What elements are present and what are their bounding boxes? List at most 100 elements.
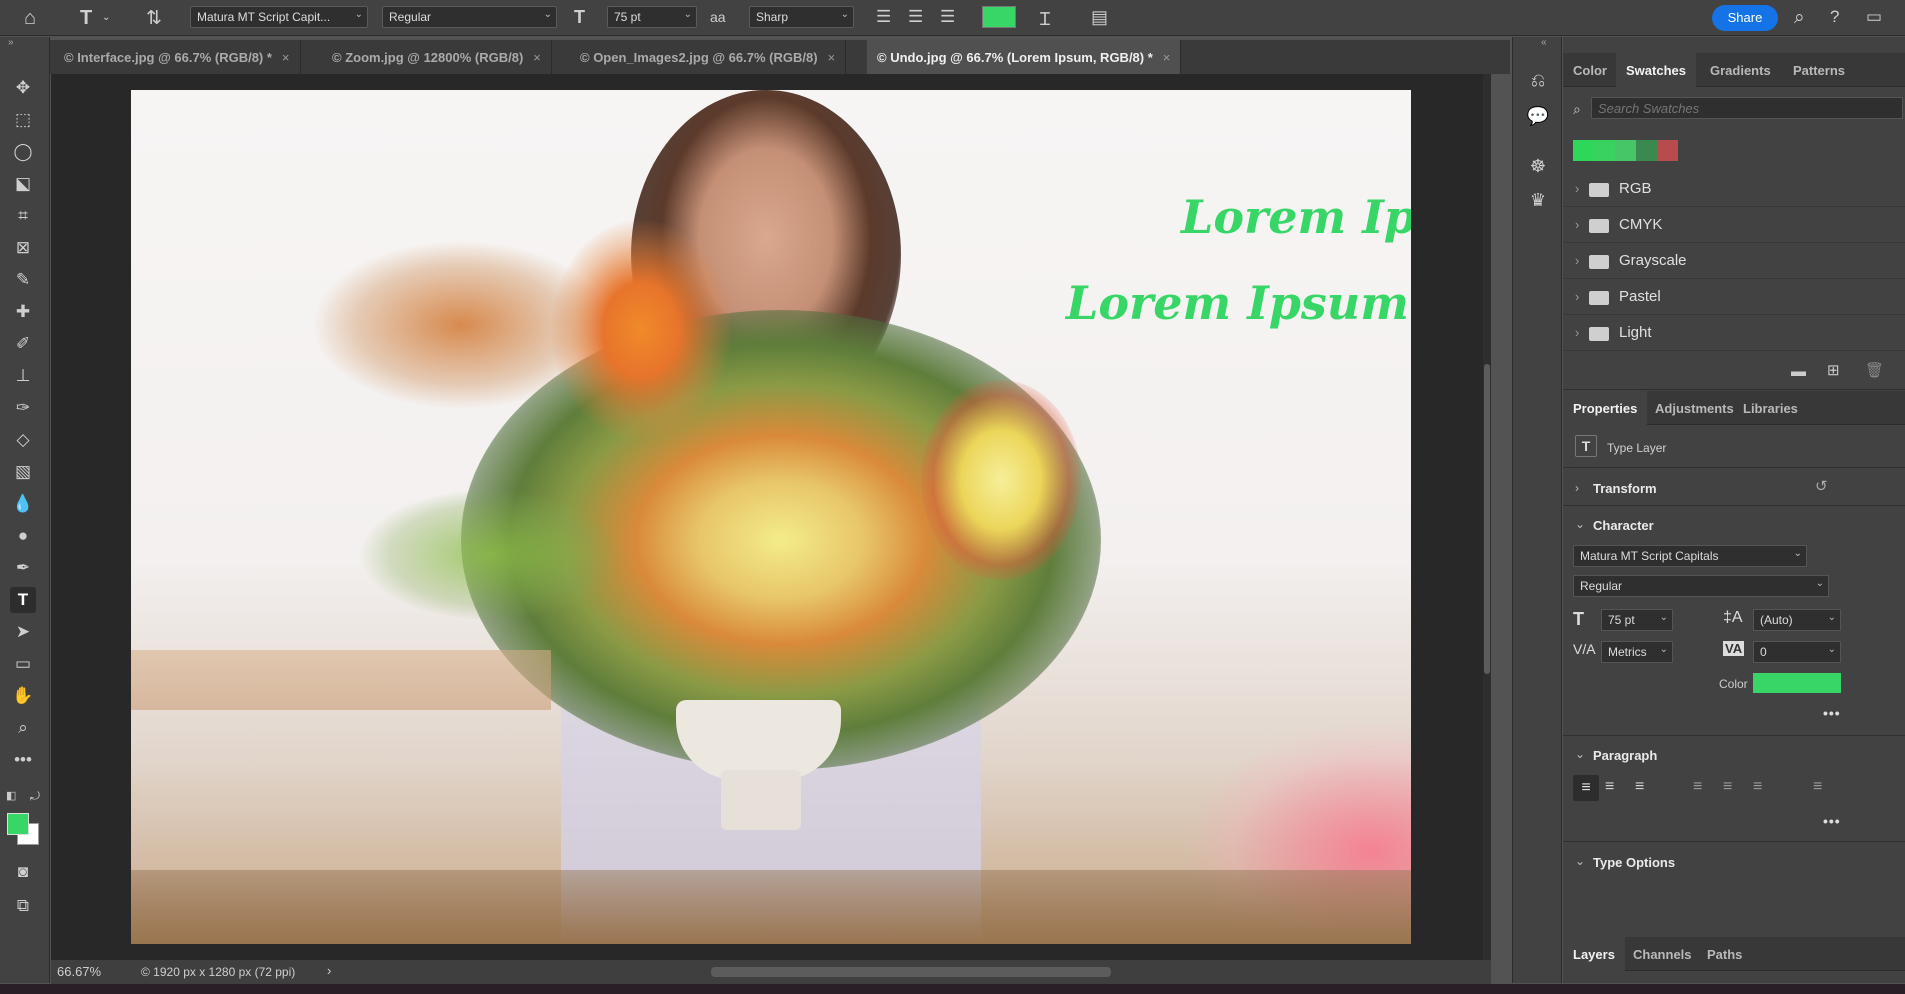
justify-right-icon[interactable]: ≡ xyxy=(1753,778,1762,796)
tab-gradients[interactable]: Gradients xyxy=(1700,53,1781,87)
swap-colors-icon[interactable]: ⤾ xyxy=(30,789,40,804)
close-icon[interactable]: × xyxy=(1163,50,1171,65)
actions-panel-icon[interactable]: ☸ xyxy=(1525,153,1551,179)
history-brush-tool-icon[interactable]: ✑ xyxy=(10,395,36,421)
chevron-down-icon[interactable]: ⌄ xyxy=(102,12,110,23)
workspace-icon[interactable]: ▭ xyxy=(1866,7,1882,27)
search-swatches-input[interactable] xyxy=(1591,97,1903,119)
chevron-right-icon[interactable]: › xyxy=(1575,481,1579,495)
tab-interface[interactable]: © Interface.jpg @ 66.7% (RGB/8) * × xyxy=(54,40,301,74)
type-options-section-title[interactable]: Type Options xyxy=(1593,855,1675,870)
justify-all-icon[interactable]: ≡ xyxy=(1813,778,1822,796)
zoom-level[interactable]: 66.67% xyxy=(57,964,101,979)
screen-mode-icon[interactable]: ⧉ xyxy=(10,893,36,919)
collapse-icon[interactable]: » xyxy=(8,37,14,48)
rectangle-tool-icon[interactable]: ▭ xyxy=(10,651,36,677)
tab-properties[interactable]: Properties xyxy=(1563,391,1648,425)
font-style-dropdown[interactable]: Regular ⌄ xyxy=(382,6,557,28)
type-tool-icon[interactable]: T xyxy=(10,587,36,613)
default-colors-icon[interactable]: ◧ xyxy=(6,789,16,802)
swatch-chip[interactable] xyxy=(1615,140,1636,161)
align-right-icon[interactable]: ☰ xyxy=(940,7,955,27)
swatch-chip[interactable] xyxy=(1657,140,1678,161)
search-icon[interactable]: ⌕ xyxy=(1794,7,1805,29)
tab-color[interactable]: Color xyxy=(1563,53,1617,87)
more-options-icon[interactable]: ••• xyxy=(1823,705,1841,721)
character-color-swatch[interactable] xyxy=(1753,673,1841,693)
dodge-tool-icon[interactable]: ● xyxy=(10,523,36,549)
tab-patterns[interactable]: Patterns xyxy=(1783,53,1855,87)
eyedropper-tool-icon[interactable]: ✎ xyxy=(10,267,36,293)
close-icon[interactable]: × xyxy=(533,50,541,65)
help-icon[interactable]: ? xyxy=(1830,7,1839,27)
leading-field[interactable]: (Auto) ⌄ xyxy=(1753,609,1841,631)
more-options-icon[interactable]: ••• xyxy=(1823,813,1841,829)
character-font-family-dropdown[interactable]: Matura MT Script Capitals ⌄ xyxy=(1573,545,1807,567)
font-size-field[interactable]: 75 pt ⌄ xyxy=(1601,609,1673,631)
new-group-folder-icon[interactable]: ▬ xyxy=(1791,363,1806,380)
justify-center-icon[interactable]: ≡ xyxy=(1723,778,1732,796)
chevron-down-icon[interactable]: ⌄ xyxy=(1575,517,1585,531)
tab-paths[interactable]: Paths xyxy=(1697,937,1752,971)
quick-mask-icon[interactable]: ◙ xyxy=(10,859,36,885)
object-select-tool-icon[interactable]: ⬕ xyxy=(10,171,36,197)
justify-left-icon[interactable]: ≡ xyxy=(1693,778,1702,796)
tab-swatches[interactable]: Swatches xyxy=(1616,53,1696,87)
vertical-scroll-thumb[interactable] xyxy=(1484,364,1490,674)
hand-tool-icon[interactable]: ✋ xyxy=(10,683,36,709)
tab-libraries[interactable]: Libraries xyxy=(1733,391,1808,425)
close-icon[interactable]: × xyxy=(828,50,836,65)
new-swatch-icon[interactable]: ⊞ xyxy=(1827,361,1840,379)
marquee-tool-icon[interactable]: ⬚ xyxy=(10,107,36,133)
tab-adjustments[interactable]: Adjustments xyxy=(1645,391,1744,425)
gradient-tool-icon[interactable]: ▧ xyxy=(10,459,36,485)
character-panel-icon[interactable]: ▤ xyxy=(1091,7,1108,28)
antialias-dropdown[interactable]: Sharp ⌄ xyxy=(749,6,854,28)
reset-transform-icon[interactable]: ↺ xyxy=(1815,477,1828,495)
warp-text-icon[interactable]: Ɪ xyxy=(1040,7,1050,31)
path-selection-tool-icon[interactable]: ➤ xyxy=(10,619,36,645)
vertical-scrollbar[interactable] xyxy=(1483,74,1491,960)
eraser-tool-icon[interactable]: ◇ xyxy=(10,427,36,453)
swatch-group-cmyk[interactable]: › CMYK xyxy=(1563,207,1905,243)
font-family-dropdown[interactable]: Matura MT Script Capit... ⌄ xyxy=(190,6,368,28)
swatch-chip[interactable] xyxy=(1594,140,1615,161)
crop-tool-icon[interactable]: ⌗ xyxy=(10,203,36,229)
toggle-text-orientation-icon[interactable]: ⇅ xyxy=(146,7,162,30)
align-left-icon[interactable]: ≡ xyxy=(1573,775,1599,801)
blur-tool-icon[interactable]: 💧 xyxy=(10,491,36,517)
tab-open-images2[interactable]: © Open_Images2.jpg @ 66.7% (RGB/8) × xyxy=(570,40,847,74)
kerning-field[interactable]: Metrics ⌄ xyxy=(1601,641,1673,663)
brush-tool-icon[interactable]: ✐ xyxy=(10,331,36,357)
lasso-tool-icon[interactable]: ◯ xyxy=(10,139,36,165)
comments-panel-icon[interactable]: 💬 xyxy=(1525,103,1551,129)
tab-zoom[interactable]: © Zoom.jpg @ 12800% (RGB/8) × xyxy=(322,40,552,74)
status-menu-arrow[interactable]: › xyxy=(327,963,331,978)
swatch-group-light[interactable]: › Light xyxy=(1563,315,1905,351)
tab-undo[interactable]: © Undo.jpg @ 66.7% (Lorem Ipsum, RGB/8) … xyxy=(867,40,1182,74)
close-icon[interactable]: × xyxy=(282,50,290,65)
chevron-down-icon[interactable]: ⌄ xyxy=(1575,854,1585,868)
align-center-icon[interactable]: ≡ xyxy=(1605,778,1614,796)
canvas-text-lorem-ipsum[interactable]: Lorem Ipsum xyxy=(1066,276,1409,330)
frame-tool-icon[interactable]: ⊠ xyxy=(10,235,36,261)
paragraph-section-title[interactable]: Paragraph xyxy=(1593,748,1657,763)
transform-section-title[interactable]: Transform xyxy=(1593,481,1657,496)
align-left-icon[interactable]: ☰ xyxy=(876,7,891,27)
foreground-color-swatch[interactable] xyxy=(7,813,29,835)
swatch-group-pastel[interactable]: › Pastel xyxy=(1563,279,1905,315)
character-section-title[interactable]: Character xyxy=(1593,518,1654,533)
font-size-dropdown[interactable]: 75 pt ⌄ xyxy=(607,6,697,28)
delete-icon[interactable]: 🗑 xyxy=(1865,361,1884,379)
healing-brush-tool-icon[interactable]: ✚ xyxy=(10,299,36,325)
collapse-icon[interactable]: « xyxy=(1541,37,1547,48)
document-info[interactable]: © 1920 px x 1280 px (72 ppi) xyxy=(141,965,295,979)
canvas-area[interactable]: Lorem Ip Lorem Ipsum xyxy=(51,74,1491,960)
home-icon[interactable]: ⌂ xyxy=(24,7,36,30)
swatch-chip[interactable] xyxy=(1636,140,1657,161)
brush-settings-panel-icon[interactable]: ♛ xyxy=(1525,187,1551,213)
swatch-chip[interactable] xyxy=(1573,140,1594,161)
zoom-tool-icon[interactable]: ⌕ xyxy=(10,715,36,741)
move-tool-icon[interactable]: ✥ xyxy=(10,75,36,101)
canvas-text-lorem-ip[interactable]: Lorem Ip xyxy=(1181,190,1411,244)
